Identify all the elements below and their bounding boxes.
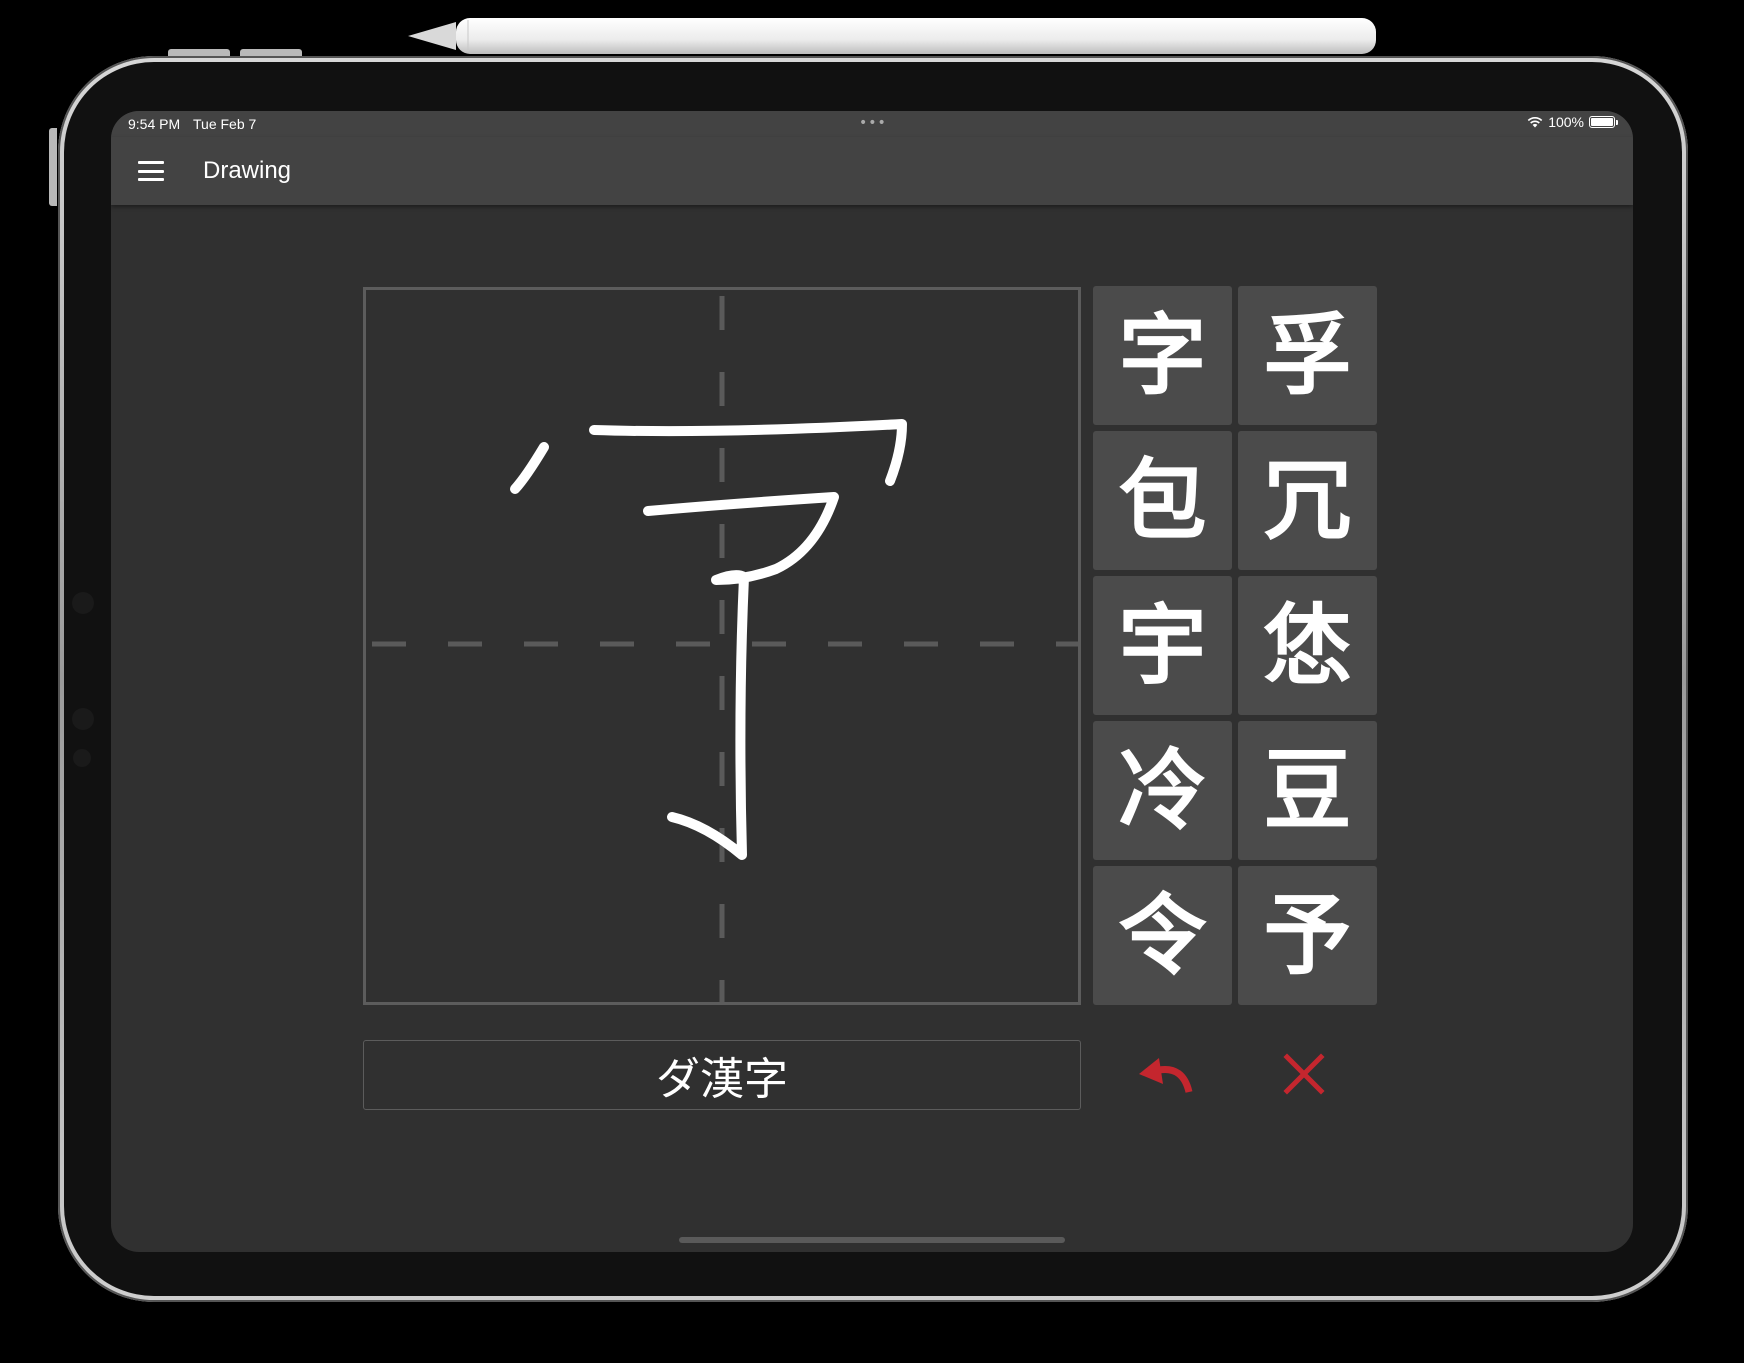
stroke-2 — [589, 419, 907, 486]
candidate-char[interactable]: 宇 — [1093, 576, 1232, 715]
close-icon[interactable] — [1279, 1049, 1329, 1099]
app-bar: Drawing — [111, 137, 1633, 205]
battery-icon — [1589, 116, 1618, 128]
multitask-dots[interactable]: ••• — [859, 115, 887, 131]
candidate-char[interactable]: 包 — [1093, 431, 1232, 570]
page-title: Drawing — [203, 157, 292, 184]
sensor — [73, 749, 91, 767]
status-time: 9:54 PM — [128, 116, 181, 132]
volume-button — [240, 49, 302, 56]
candidate-char[interactable]: 冷 — [1093, 721, 1232, 860]
hamburger-menu-icon[interactable] — [135, 157, 167, 185]
result-text-field[interactable]: ダ漢字 — [363, 1040, 1081, 1110]
canvas-svg — [366, 290, 1078, 1002]
candidate-grid: 字 孚 包 冗 宇 恷 冷 豆 令 予 — [1093, 286, 1378, 1006]
candidate-char[interactable]: 恷 — [1238, 576, 1377, 715]
power-button — [49, 128, 57, 206]
volume-button — [168, 49, 230, 56]
apple-pencil — [408, 18, 1376, 54]
candidate-char[interactable]: 字 — [1093, 286, 1232, 425]
screen: 9:54 PM Tue Feb 7 ••• 100% Drawing 字 孚 包… — [111, 111, 1633, 1252]
stroke-3 — [643, 492, 839, 860]
candidate-char[interactable]: 冗 — [1238, 431, 1377, 570]
candidate-char[interactable]: 令 — [1093, 866, 1232, 1005]
undo-icon[interactable] — [1135, 1048, 1195, 1100]
wifi-icon — [1527, 116, 1543, 128]
drawing-canvas[interactable] — [363, 287, 1081, 1005]
home-indicator[interactable] — [679, 1237, 1065, 1243]
status-right: 100% — [1527, 114, 1618, 130]
candidate-char[interactable]: 孚 — [1238, 286, 1377, 425]
front-camera — [72, 592, 94, 614]
candidate-char[interactable]: 予 — [1238, 866, 1377, 1005]
candidate-char[interactable]: 豆 — [1238, 721, 1377, 860]
sensor — [72, 708, 94, 730]
battery-percent: 100% — [1548, 114, 1584, 130]
status-date: Tue Feb 7 — [193, 116, 257, 132]
stroke-1 — [510, 442, 549, 494]
status-bar: 9:54 PM Tue Feb 7 ••• 100% — [111, 111, 1633, 137]
